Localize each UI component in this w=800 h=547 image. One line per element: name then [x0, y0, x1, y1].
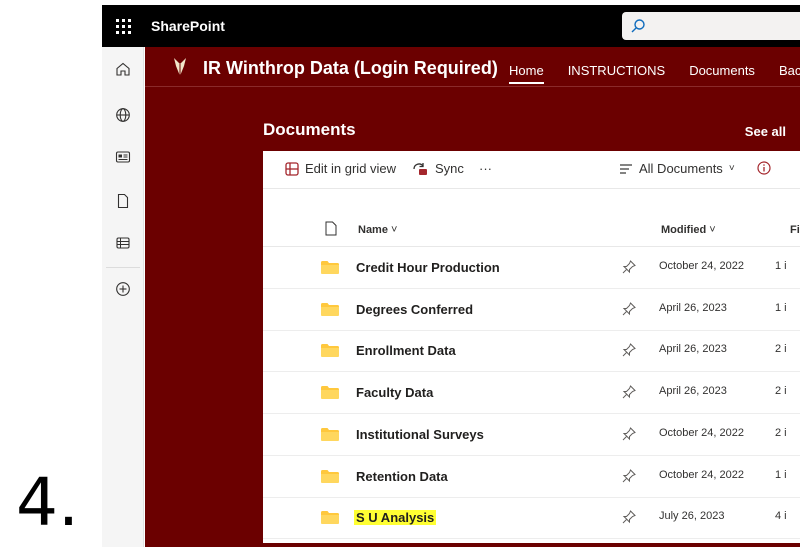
list-item[interactable]: Faculty Data April 26, 2023 2 i — [263, 372, 800, 415]
chevron-down-icon: ˅ — [391, 224, 398, 236]
info-button[interactable] — [757, 161, 771, 175]
see-all-link[interactable]: See all — [745, 124, 786, 139]
info-icon — [757, 161, 771, 175]
item-count: 1 i — [775, 468, 787, 481]
globe-icon[interactable] — [113, 105, 133, 125]
file-name[interactable]: S U Analysis — [354, 510, 437, 526]
pin-icon[interactable] — [621, 259, 637, 275]
more-button[interactable]: ··· — [479, 161, 492, 176]
item-count: 2 i — [775, 426, 787, 439]
list-item[interactable]: S U Analysis July 26, 2023 4 i — [263, 497, 800, 540]
documents-heading[interactable]: Documents — [263, 120, 356, 140]
site-nav: Home INSTRUCTIONS Documents Back — [509, 63, 800, 84]
folder-icon — [321, 344, 339, 358]
file-name[interactable]: Degrees Conferred — [356, 302, 473, 317]
file-name[interactable]: Enrollment Data — [356, 343, 456, 358]
folder-icon — [321, 386, 339, 400]
modified-date: October 24, 2022 — [659, 468, 745, 481]
column-modified[interactable]: Modified ˅ — [661, 224, 716, 236]
pin-icon[interactable] — [621, 426, 637, 442]
item-count: 1 i — [775, 260, 787, 272]
modified-date: October 24, 2022 — [659, 260, 745, 272]
file-name[interactable]: Institutional Surveys — [356, 427, 484, 442]
command-bar: Edit in grid view Sync ··· All Documents… — [263, 151, 800, 189]
pin-icon[interactable] — [621, 384, 637, 400]
chevron-down-icon: ˅ — [709, 224, 716, 236]
more-label: ··· — [479, 161, 492, 176]
modified-date: April 26, 2023 — [659, 301, 727, 314]
grid-edit-icon — [285, 161, 299, 176]
modified-date: April 26, 2023 — [659, 385, 727, 398]
modified-date: July 26, 2023 — [659, 510, 725, 523]
list-item[interactable]: Institutional Surveys October 24, 2022 2 i — [263, 414, 800, 456]
modified-date: April 26, 2023 — [659, 343, 727, 356]
waffle-icon[interactable] — [102, 5, 144, 47]
list-icon[interactable] — [113, 233, 133, 253]
column-extra[interactable]: Fi — [790, 224, 800, 236]
column-header: Name ˅ Modified ˅ Fi — [263, 213, 800, 247]
sync-icon — [413, 162, 427, 175]
nav-documents[interactable]: Documents — [689, 63, 755, 78]
list-item[interactable]: Degrees Conferred April 26, 2023 1 i — [263, 289, 800, 331]
left-rail — [102, 47, 144, 547]
site-header: IR Winthrop Data (Login Required) Home I… — [145, 47, 800, 87]
nav-home[interactable]: Home — [509, 63, 544, 84]
site-area: IR Winthrop Data (Login Required) Home I… — [145, 47, 800, 547]
pin-icon[interactable] — [621, 509, 637, 525]
column-name[interactable]: Name ˅ — [358, 224, 397, 236]
pin-icon[interactable] — [621, 468, 637, 484]
file-type-icon[interactable] — [325, 221, 337, 236]
nav-instructions[interactable]: INSTRUCTIONS — [568, 63, 666, 78]
folder-icon — [321, 511, 339, 525]
list-item[interactable]: Enrollment Data April 26, 2023 2 i — [263, 330, 800, 373]
column-modified-label: Modified — [661, 224, 707, 236]
folder-icon — [321, 261, 339, 274]
home-icon[interactable] — [113, 59, 133, 79]
add-icon[interactable] — [113, 279, 133, 299]
sync-label: Sync — [435, 161, 464, 176]
folder-icon — [321, 469, 339, 483]
folder-icon — [321, 302, 339, 316]
item-count: 4 i — [775, 510, 787, 523]
item-count: 2 i — [775, 385, 787, 398]
list-item[interactable]: Retention Data October 24, 2022 1 i — [263, 456, 800, 498]
view-label: All Documents — [639, 161, 723, 176]
search-icon — [631, 19, 645, 33]
list-item[interactable]: Credit Hour Production October 24, 2022 1 … — [263, 247, 800, 289]
modified-date: October 24, 2022 — [659, 426, 745, 439]
file-name[interactable]: Retention Data — [356, 469, 448, 484]
pin-icon[interactable] — [621, 301, 637, 317]
document-library-panel: Edit in grid view Sync ··· All Documents… — [263, 151, 800, 543]
sync-button[interactable]: Sync — [411, 161, 464, 176]
file-name[interactable]: Faculty Data — [356, 385, 433, 400]
site-title[interactable]: IR Winthrop Data (Login Required) — [203, 58, 498, 79]
app-name[interactable]: SharePoint — [151, 18, 225, 34]
nav-back[interactable]: Back — [779, 63, 800, 78]
suite-bar: SharePoint — [102, 5, 800, 47]
filter-icon — [620, 163, 632, 174]
view-selector[interactable]: All Documents ˅ — [619, 161, 735, 176]
screenshot-root: 4. SharePoint IR Winthrop Data (Login Re… — [0, 0, 800, 547]
file-icon[interactable] — [113, 191, 133, 211]
item-count: 2 i — [775, 343, 787, 356]
folder-icon — [321, 427, 339, 441]
search-box[interactable] — [622, 12, 800, 40]
item-count: 1 i — [775, 301, 787, 314]
column-name-label: Name — [358, 224, 388, 236]
edit-grid-button[interactable]: Edit in grid view — [285, 161, 396, 176]
step-number: 4. — [16, 464, 79, 541]
chevron-down-icon: ˅ — [728, 163, 735, 174]
edit-grid-label: Edit in grid view — [305, 161, 397, 176]
file-name[interactable]: Credit Hour Production — [356, 260, 500, 275]
pin-icon[interactable] — [621, 342, 637, 358]
news-icon[interactable] — [113, 147, 133, 167]
site-logo[interactable] — [171, 56, 189, 78]
rail-divider — [106, 267, 140, 268]
